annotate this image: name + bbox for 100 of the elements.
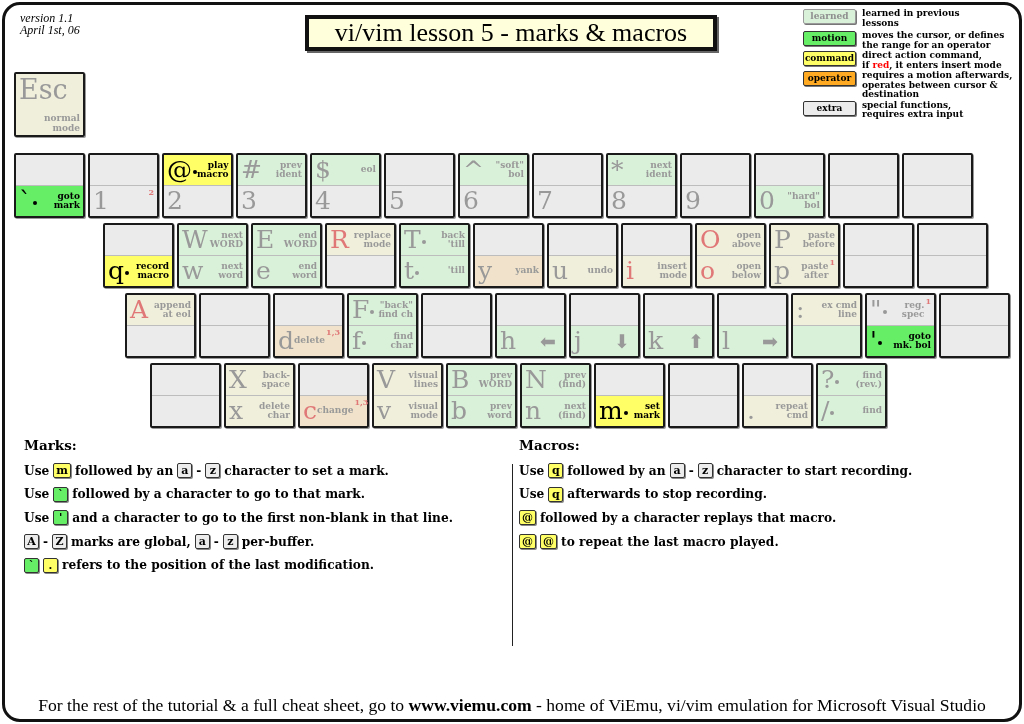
footnote-mark: 1,3: [326, 328, 340, 336]
key-bottom-half: [670, 396, 737, 426]
instruction-text: followed by an: [567, 463, 666, 478]
key-bottom-half: [201, 326, 268, 356]
key-top-half: [275, 295, 342, 326]
key-label: "hard" bol: [787, 191, 820, 211]
key-character: ^: [463, 155, 484, 185]
key-label: paste after: [801, 261, 829, 281]
instruction-text: followed by an: [74, 463, 174, 478]
key-chip: a: [669, 463, 685, 479]
key-character: F: [352, 295, 370, 325]
key-label: back- space: [261, 370, 290, 390]
key-top-half: [549, 225, 616, 256]
key-top-half: [201, 295, 268, 326]
key-label: replace mode: [353, 230, 391, 250]
instruction-text: followed by a character to go to that mark.: [72, 487, 366, 502]
instruction-text: -: [196, 463, 202, 478]
key-character: V: [377, 365, 396, 395]
key-label: paste before: [802, 230, 835, 250]
key-character: :: [796, 295, 805, 325]
instruction-text: Use: [24, 511, 50, 525]
key-character: T: [404, 225, 421, 255]
key-label: repeat cmd: [775, 401, 808, 421]
instruction-text: -: [688, 463, 694, 478]
legend-swatch: extra: [803, 100, 856, 116]
key-character: ': [870, 326, 877, 356]
key-label: prev WORD: [478, 370, 512, 390]
key-label: visual lines: [408, 370, 438, 390]
legend-swatch: operator: [803, 71, 856, 86]
version-date: April 1st, 06: [20, 24, 80, 36]
key-chip: z: [205, 463, 221, 479]
key-label: prev (find): [558, 370, 586, 390]
instruction-text: refers to the position of the last modification.: [62, 558, 375, 573]
key-top-half: [756, 155, 823, 186]
key-character: i: [626, 256, 634, 286]
key-label: 'till: [447, 266, 465, 276]
key-character: 6: [463, 186, 479, 216]
key-character: y: [478, 256, 493, 286]
key-character: A: [130, 295, 149, 325]
key-label: eol: [360, 165, 376, 175]
key-label: normal mode: [43, 114, 80, 133]
arrow-icon: ⬇: [614, 329, 630, 353]
key-character: f: [352, 326, 362, 356]
key-character: 2: [167, 186, 183, 216]
key-bottom-half: [423, 326, 490, 356]
key-top-half: [623, 225, 690, 256]
key-label: record macro: [136, 261, 169, 281]
key-label: ex cmd line: [821, 300, 857, 320]
key-label: undo: [587, 266, 613, 276]
key-character: E: [256, 225, 275, 255]
key-bottom-half: [152, 396, 219, 426]
key-chip: z: [697, 463, 713, 479]
instruction-text: character to set a mark.: [224, 463, 389, 478]
key-top-half: [719, 295, 786, 326]
key-label: end word: [292, 261, 317, 281]
key-character: 9: [685, 186, 701, 216]
instruction-text: -: [43, 534, 49, 549]
instruction-text: Use: [24, 487, 50, 502]
instruction-text: Use: [519, 487, 545, 502]
key-bottom-half: [127, 326, 194, 356]
key-label: change: [317, 406, 354, 416]
key-label: open above: [731, 230, 761, 250]
key-label: visual mode: [408, 401, 438, 421]
instruction-text: -: [213, 534, 219, 549]
footer-text: For the rest of the tutorial & a full cheat sheet, go to www.viemu.com - home of ViEmu, vi/vim emulation for Microsoft Visual Studio: [38, 695, 986, 715]
key-chip: `: [24, 557, 39, 573]
key-chip: a: [177, 463, 193, 479]
key-bottom-half: [904, 186, 971, 216]
key-top-half: [670, 365, 737, 396]
key-character: X: [229, 365, 247, 395]
key-character: `: [19, 186, 32, 216]
key-chip: q: [548, 463, 564, 479]
instruction-text: afterwards to stop recording.: [567, 487, 767, 502]
key-character: *: [611, 155, 624, 185]
key-label: append at eol: [154, 300, 191, 320]
key-label: yank: [515, 266, 539, 276]
key-label: back 'till: [441, 230, 465, 250]
key-character: ": [870, 295, 882, 325]
key-top-half: [919, 225, 986, 256]
key-label: goto mk. bol: [893, 331, 931, 351]
instruction-text: followed by a character replays that macro.: [540, 511, 837, 525]
key-chip: @: [540, 534, 557, 550]
key-chip: m: [53, 463, 71, 479]
key-character: O: [700, 225, 721, 255]
key-chip: a: [194, 534, 210, 550]
key-character: u: [552, 256, 569, 286]
key-label: open below: [731, 261, 761, 281]
instruction-text: to repeat the last macro played.: [561, 534, 779, 549]
legend-swatch: learned: [803, 9, 856, 24]
key-chip: ': [53, 510, 69, 526]
key-character: 7: [537, 186, 553, 216]
key-label: find (rev.): [855, 370, 882, 390]
legend-swatch: command: [803, 51, 856, 66]
key-character: .: [747, 396, 755, 426]
key-label: next ident: [645, 160, 672, 180]
key-chip: @: [519, 534, 536, 550]
key-top-half: [830, 155, 897, 186]
key-character: ?: [821, 365, 835, 395]
key-top-half: [645, 295, 712, 326]
key-character: p: [774, 256, 790, 286]
